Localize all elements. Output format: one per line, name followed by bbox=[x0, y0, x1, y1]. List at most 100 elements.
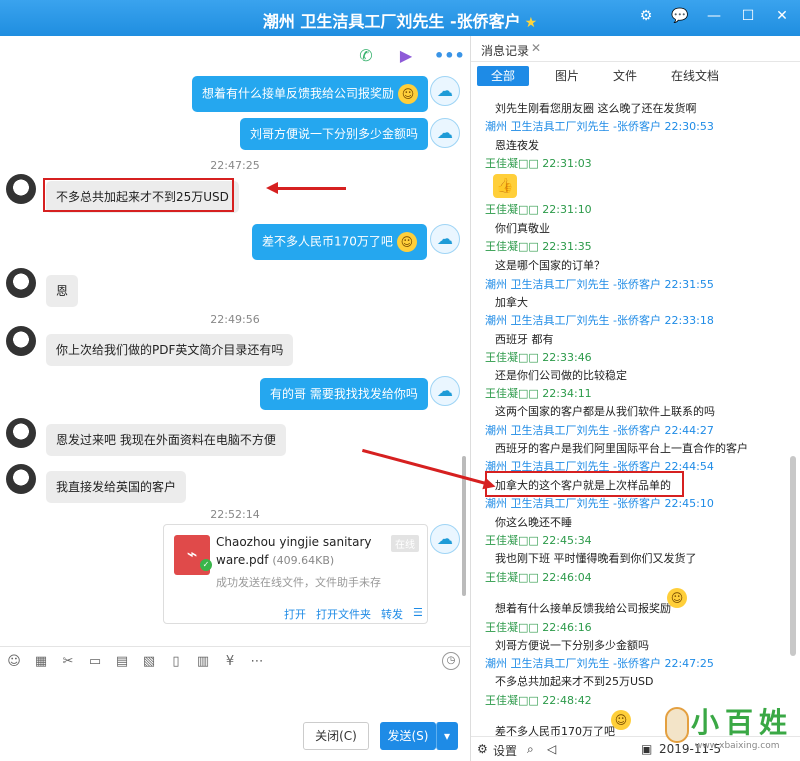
my-avatar[interactable]: ☁ bbox=[430, 524, 460, 554]
forward-link[interactable]: 转发 bbox=[381, 606, 403, 622]
history-line: 潮州 卫生洁具工厂刘先生 -张侨客户 22:45:10 bbox=[485, 497, 714, 510]
send-options-button[interactable]: ▾ bbox=[436, 722, 458, 750]
history-scrollbar[interactable] bbox=[790, 456, 796, 656]
message-text: 差不多人民币170万了吧 bbox=[262, 234, 393, 249]
history-footer: ⚙ 设置 ⌕ ◁ ▣ 2019-11-5 小百姓 www.xbaixing.co… bbox=[471, 706, 800, 761]
maximize-button[interactable]: ☐ bbox=[738, 6, 758, 26]
message-in[interactable]: 你上次给我们做的PDF英文简介目录还有吗 bbox=[46, 334, 294, 366]
close-window-button[interactable]: ✕ bbox=[772, 6, 792, 26]
doc-icon[interactable]: ▥ bbox=[195, 654, 211, 670]
history-line: 王佳凝□□ 22:46:16 bbox=[485, 621, 592, 634]
mascot-icon bbox=[665, 707, 689, 743]
history-line: 王佳凝□□ 22:48:42 bbox=[485, 694, 592, 707]
tab-files[interactable]: 文件 bbox=[605, 66, 645, 86]
check-icon: ✓ bbox=[200, 559, 212, 571]
screen-icon[interactable]: ▤ bbox=[114, 654, 130, 670]
more-icon[interactable]: ••• bbox=[434, 44, 465, 68]
minimize-button[interactable]: — bbox=[704, 6, 724, 26]
message-in[interactable]: 我直接发给英国的客户 bbox=[46, 471, 187, 503]
message-text: 刘哥方便说一下分别多少金额吗 bbox=[250, 127, 419, 141]
tab-all[interactable]: 全部 bbox=[477, 66, 530, 86]
open-folder-link[interactable]: 打开文件夹 bbox=[316, 606, 371, 622]
emoji-icon: ☺ bbox=[396, 232, 417, 252]
tab-online-docs[interactable]: 在线文档 bbox=[663, 66, 727, 86]
file-card[interactable]: ⌁ ✓ Chaozhou yingjie sanitary ware.pdf (… bbox=[163, 524, 428, 624]
speaker-icon[interactable]: ◁ bbox=[547, 742, 556, 756]
my-avatar[interactable]: ☁ bbox=[430, 224, 460, 254]
history-line: 想着有什么接单反馈我给公司报奖励 bbox=[495, 602, 671, 615]
video-icon[interactable]: ▶ bbox=[394, 44, 418, 68]
gif-icon[interactable]: ▦ bbox=[33, 654, 49, 670]
highlight-box bbox=[485, 471, 684, 497]
timestamp: 22:52:14 bbox=[210, 508, 260, 521]
settings-icon[interactable]: ⚙ bbox=[636, 6, 656, 26]
message-text: 我直接发给英国的客户 bbox=[56, 480, 177, 494]
history-line: 我也刚下班 平时懂得晚看到你们又发货了 bbox=[495, 552, 697, 565]
star-icon[interactable]: ★ bbox=[525, 15, 538, 31]
contact-avatar[interactable] bbox=[6, 418, 36, 448]
chat-icon[interactable]: 💬 bbox=[670, 6, 690, 26]
timestamp: 22:49:56 bbox=[210, 313, 260, 326]
scissors-icon[interactable]: ✂ bbox=[60, 654, 76, 670]
calendar-icon[interactable]: ▣ bbox=[641, 742, 652, 756]
file-status: 成功发送在线文件，文件助手未存 bbox=[216, 576, 381, 589]
history-line: 潮州 卫生洁具工厂刘先生 -张侨客户 22:44:27 bbox=[485, 424, 714, 437]
window-title-text: 潮州 卫生洁具工厂刘先生 -张侨客户 bbox=[262, 12, 521, 31]
message-in[interactable]: 恩 bbox=[46, 275, 79, 307]
menu-icon[interactable]: ☰ bbox=[413, 606, 423, 622]
message-text: 有的哥 需要我找找发给你吗 bbox=[270, 387, 418, 401]
redpacket-icon[interactable]: ¥ bbox=[222, 654, 238, 670]
history-line: 潮州 卫生洁具工厂刘先生 -张侨客户 22:30:53 bbox=[485, 120, 714, 133]
my-avatar[interactable]: ☁ bbox=[430, 118, 460, 148]
history-line: 刘哥方便说一下分别多少金额吗 bbox=[495, 639, 649, 652]
history-clock-icon[interactable]: ◷ bbox=[442, 652, 460, 670]
file-actions: 打开 打开文件夹 转发 ☰ bbox=[284, 606, 423, 622]
history-line: 王佳凝□□ 22:31:03 bbox=[485, 157, 592, 170]
history-panel: 消息记录 ✕ 全部 图片 文件 在线文档 刘先生刚看您朋友圈 这么晚了还在发货啊… bbox=[470, 36, 800, 761]
message-out[interactable]: 有的哥 需要我找找发给你吗 bbox=[260, 378, 428, 410]
file-size: (409.64KB) bbox=[272, 554, 335, 567]
my-avatar[interactable]: ☁ bbox=[430, 376, 460, 406]
message-text: 恩发过来吧 我现在外面资料在电脑不方便 bbox=[56, 433, 276, 447]
message-out[interactable]: 差不多人民币170万了吧 ☺ bbox=[252, 224, 427, 260]
watermark-text: 小百姓 bbox=[691, 706, 794, 739]
online-badge: 在线 bbox=[391, 535, 419, 552]
history-settings-link[interactable]: 设置 bbox=[493, 742, 517, 759]
file-name: Chaozhou yingjie sanitary ware.pdf (409.… bbox=[216, 533, 388, 570]
open-file-link[interactable]: 打开 bbox=[284, 606, 306, 622]
contact-avatar[interactable] bbox=[6, 268, 36, 298]
image-icon[interactable]: ▧ bbox=[141, 654, 157, 670]
history-header: 消息记录 ✕ bbox=[471, 36, 800, 62]
settings-gear-icon[interactable]: ⚙ bbox=[477, 742, 488, 756]
phone-icon[interactable]: ✆ bbox=[354, 44, 378, 68]
contact-avatar[interactable] bbox=[6, 464, 36, 494]
emoji-picker-icon[interactable]: ☺ bbox=[6, 654, 22, 670]
history-line: 这两个国家的客户都是从我们软件上联系的吗 bbox=[495, 405, 715, 418]
message-input-area[interactable]: 关闭(C) 发送(S) ▾ bbox=[0, 676, 470, 761]
message-out[interactable]: 刘哥方便说一下分别多少金额吗 bbox=[240, 118, 429, 150]
send-button[interactable]: 发送(S) bbox=[380, 722, 436, 750]
search-icon[interactable]: ⌕ bbox=[527, 742, 534, 757]
highlight-box bbox=[43, 178, 234, 212]
message-in[interactable]: 恩发过来吧 我现在外面资料在电脑不方便 bbox=[46, 424, 286, 456]
phone-small-icon[interactable]: ▯ bbox=[168, 654, 184, 670]
history-line: 你们真敬业 bbox=[495, 222, 550, 235]
history-line: 这是哪个国家的订单？ bbox=[495, 259, 605, 272]
message-text: 恩 bbox=[56, 284, 69, 298]
contact-avatar[interactable] bbox=[6, 326, 36, 356]
tab-images[interactable]: 图片 bbox=[547, 66, 587, 86]
message-out[interactable]: 想着有什么接单反馈我给公司报奖励 ☺ bbox=[192, 76, 429, 112]
close-icon[interactable]: ✕ bbox=[531, 41, 541, 55]
folder-icon[interactable]: ▭ bbox=[87, 654, 103, 670]
history-line: 不多总共加起来才不到25万USD bbox=[495, 675, 654, 688]
my-avatar[interactable]: ☁ bbox=[430, 76, 460, 106]
contact-avatar[interactable] bbox=[6, 174, 36, 204]
history-title: 消息记录 bbox=[481, 44, 530, 58]
more-options-icon[interactable]: ⋯ bbox=[249, 654, 265, 670]
close-button[interactable]: 关闭(C) bbox=[303, 722, 369, 750]
emoji-icon: ☺ bbox=[398, 84, 419, 104]
history-line: 王佳凝□□ 22:34:11 bbox=[485, 387, 592, 400]
history-line: 王佳凝□□ 22:46:04 bbox=[485, 571, 592, 584]
message-text: 想着有什么接单反馈我给公司报奖励 bbox=[202, 86, 395, 101]
watermark-url: www.xbaixing.com bbox=[695, 741, 780, 751]
